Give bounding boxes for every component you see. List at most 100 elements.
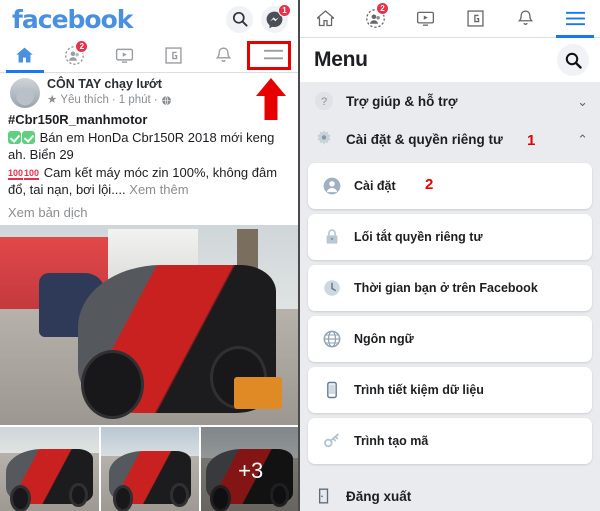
menu-item-label: Đăng xuất: [346, 488, 412, 504]
red-up-arrow-annotation: [256, 78, 286, 120]
bell-icon: [517, 10, 533, 25]
thumbnail-3[interactable]: +3: [201, 426, 298, 511]
menu-item-settings-privacy[interactable]: Cài đặt & quyền riêng tư ⌃: [300, 120, 600, 158]
post-favorite-label: Yêu thích: [60, 94, 109, 106]
menu-item-settings[interactable]: Cài đặt: [308, 163, 592, 209]
menu-item-logout[interactable]: Đăng xuất: [300, 477, 600, 511]
menu-header: Menu: [300, 38, 600, 82]
menu-item-language[interactable]: Ngôn ngữ: [308, 316, 592, 362]
marketplace-icon: [466, 10, 484, 27]
sidebar-item-notifications[interactable]: [199, 38, 249, 72]
right-phone-screen: 2 Menu ? Trợ giúp & hỗ trợ ⌄ Cài đặt & q…: [300, 0, 600, 511]
post-timestamp: 1 phút: [118, 94, 151, 106]
friends-badge: 2: [376, 2, 389, 15]
post-author[interactable]: CÔN TAY chạy lướt: [47, 77, 172, 92]
facebook-top-bar: facebook 1: [0, 0, 298, 38]
sidebar-item-notifications[interactable]: [500, 0, 550, 37]
section-divider: [300, 469, 600, 477]
see-more-link[interactable]: Xem thêm: [129, 182, 188, 197]
more-photos-overlay[interactable]: +3: [201, 426, 298, 511]
left-phone-screen: facebook 1 2 CÔN TAY chạy lướt ★ Yêu thí…: [0, 0, 300, 511]
dot-separator: ·: [153, 94, 158, 106]
step-1-annotation: 1: [527, 132, 536, 149]
sidebar-item-home[interactable]: [0, 38, 50, 73]
sidebar-item-menu[interactable]: [550, 0, 600, 38]
friends-badge: 2: [75, 40, 89, 53]
person-circle-icon: [320, 174, 344, 198]
photo-art: [0, 224, 298, 425]
key-icon: [320, 429, 344, 453]
post-line-1-text: Bán em HonDa Cbr150R 2018 mới keng ah. B…: [8, 129, 275, 163]
dual-screenshot: facebook 1 2 CÔN TAY chạy lướt ★ Yêu thí…: [0, 0, 600, 511]
facebook-wordmark: facebook: [12, 4, 133, 34]
post-photo-main[interactable]: [0, 224, 298, 425]
hundred-emoji: 100: [8, 167, 24, 180]
question-circle-icon: ?: [312, 89, 336, 113]
search-button[interactable]: [226, 5, 253, 33]
post-line-1: Bán em HonDa Cbr150R 2018 mới keng ah. B…: [8, 129, 290, 164]
messenger-badge: 1: [278, 3, 291, 17]
check-emoji: [8, 130, 21, 144]
logout-icon: [312, 484, 336, 508]
post-body: #Cbr150R_manhmotor Bán em HonDa Cbr150R …: [0, 108, 298, 199]
sidebar-item-watch[interactable]: [99, 38, 149, 72]
menu-list: ? Trợ giúp & hỗ trợ ⌄ Cài đặt & quyền ri…: [300, 82, 600, 511]
post-line-2: 100100 Cam kết máy móc zin 100%, không đ…: [8, 164, 290, 199]
menu-item-label: Lối tắt quyền riêng tư: [354, 230, 483, 244]
sidebar-item-friends[interactable]: 2: [350, 0, 400, 37]
bell-icon: [215, 46, 232, 62]
check-emoji: [22, 130, 35, 144]
hamburger-icon: [565, 11, 585, 26]
post-meta: CÔN TAY chạy lướt ★ Yêu thích · 1 phút ·: [47, 76, 172, 108]
post-header: CÔN TAY chạy lướt ★ Yêu thích · 1 phút ·: [0, 73, 298, 108]
video-icon: [416, 11, 434, 26]
menu-item-help-support[interactable]: ? Trợ giúp & hỗ trợ ⌄: [300, 82, 600, 120]
menu-item-label: Trợ giúp & hỗ trợ: [346, 93, 458, 109]
right-tab-bar: 2: [300, 0, 600, 38]
menu-search-button[interactable]: [557, 44, 589, 76]
chevron-up-icon: ⌃: [577, 131, 588, 147]
page-title: Menu: [314, 48, 368, 71]
messenger-button[interactable]: 1: [261, 3, 291, 33]
home-icon: [16, 47, 34, 62]
gear-icon: [312, 127, 336, 151]
thumbnail-1[interactable]: [0, 426, 99, 511]
step-2-annotation: 2: [425, 176, 434, 193]
active-tab-indicator: [6, 70, 44, 73]
video-icon: [115, 48, 133, 63]
globe-icon: [161, 95, 171, 106]
menu-item-code-generator[interactable]: Trình tạo mã: [308, 418, 592, 464]
phone-icon: [320, 378, 344, 402]
sidebar-item-watch[interactable]: [400, 0, 450, 37]
search-icon: [232, 11, 248, 27]
sidebar-item-marketplace[interactable]: [450, 0, 500, 37]
thumbnail-2[interactable]: [100, 426, 200, 511]
svg-text:?: ?: [321, 96, 327, 108]
star-icon: ★: [47, 94, 58, 106]
post-hashtag[interactable]: #Cbr150R_manhmotor: [8, 111, 290, 129]
sidebar-item-home[interactable]: [300, 0, 350, 37]
post-photo-thumbnails: +3: [0, 426, 298, 511]
sidebar-item-marketplace[interactable]: [149, 38, 199, 72]
menu-item-data-saver[interactable]: Trình tiết kiệm dữ liệu: [308, 367, 592, 413]
post-subline: ★ Yêu thích · 1 phút ·: [47, 93, 172, 108]
menu-item-label: Thời gian bạn ở trên Facebook: [354, 281, 538, 295]
top-actions: 1: [226, 3, 291, 33]
dot-separator: ·: [111, 94, 116, 106]
menu-item-time-on-facebook[interactable]: Thời gian bạn ở trên Facebook: [308, 265, 592, 311]
marketplace-icon: [165, 46, 182, 64]
menu-item-privacy-shortcuts[interactable]: Lối tắt quyền riêng tư: [308, 214, 592, 260]
menu-item-label: Cài đặt: [354, 179, 396, 193]
globe-icon: [320, 327, 344, 351]
menu-item-label: Trình tạo mã: [354, 434, 429, 448]
menu-item-label: Cài đặt & quyền riêng tư: [346, 131, 503, 147]
search-icon: [565, 52, 582, 69]
hundred-emoji: 100: [24, 167, 40, 180]
sidebar-item-friends[interactable]: 2: [50, 38, 100, 72]
clock-icon: [320, 276, 344, 300]
home-icon: [316, 10, 334, 27]
chevron-down-icon: ⌄: [577, 93, 588, 109]
avatar: [10, 78, 40, 108]
lock-icon: [320, 225, 344, 249]
see-translation-link[interactable]: Xem bản dịch: [0, 199, 298, 225]
